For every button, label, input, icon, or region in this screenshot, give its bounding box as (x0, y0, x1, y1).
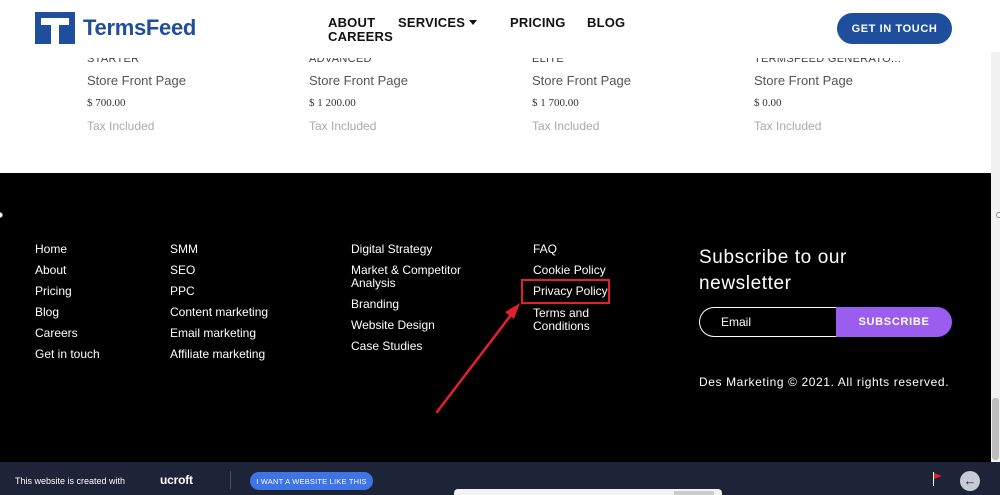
nav-pricing[interactable]: PRICING (510, 15, 566, 30)
plan-type: Store Front Page (754, 73, 853, 88)
plan-tax: Tax Included (87, 119, 155, 133)
plan-tax: Tax Included (754, 119, 822, 133)
logo[interactable]: TermsFeed (35, 12, 196, 44)
ucraft-logo[interactable]: ucroft (160, 473, 193, 487)
plan-name: ELITE (532, 53, 565, 65)
nav-blog[interactable]: BLOG (587, 15, 625, 30)
logo-text: TermsFeed (83, 15, 197, 40)
edge-marker-right (996, 212, 1000, 218)
bottom-overlay-pill (454, 489, 722, 495)
nav-careers[interactable]: CAREERS (328, 29, 393, 44)
flag-icon[interactable] (932, 472, 944, 486)
plan-price: $ 1 700.00 (532, 97, 579, 109)
site-footer: Home About Pricing Blog Careers Get in t… (0, 173, 1000, 462)
get-in-touch-button[interactable]: GET IN TOUCH (837, 13, 952, 44)
plan-type: Store Front Page (532, 73, 631, 88)
scrollbar-track[interactable] (991, 0, 1000, 462)
plan-type: Store Front Page (87, 73, 186, 88)
copyright-text: Des Marketing © 2021. All rights reserve… (699, 375, 950, 389)
plan-name: ADVANCED (309, 53, 372, 65)
divider (230, 471, 231, 489)
promo-text: This website is created with (15, 476, 126, 486)
plan-type: Store Front Page (309, 73, 408, 88)
plan-price: $ 700.00 (87, 97, 126, 109)
newsletter-title: Subscribe to our newsletter (699, 247, 847, 294)
termsfeed-logo-icon (35, 12, 75, 44)
nav-services-label: SERVICES (398, 15, 466, 30)
plan-tax: Tax Included (532, 119, 600, 133)
newsletter-email-input[interactable] (699, 307, 839, 337)
plan-name: TERMSFEED GENERATO... (754, 53, 902, 65)
want-website-button[interactable]: I WANT A WEBSITE LIKE THIS (250, 472, 373, 490)
caret-down-icon (469, 20, 478, 25)
plan-price: $ 1 200.00 (309, 97, 356, 109)
back-arrow-icon[interactable]: ← (960, 471, 980, 491)
plan-tax: Tax Included (309, 119, 377, 133)
plan-name: STARTER (87, 53, 140, 65)
site-header: TermsFeed ABOUT SERVICES PRICING BLOG CA… (0, 0, 1000, 52)
subscribe-button[interactable]: SUBSCRIBE (836, 307, 952, 337)
nav-services[interactable]: SERVICES (398, 15, 478, 30)
plan-price: $ 0.00 (754, 97, 782, 109)
nav-about[interactable]: ABOUT (328, 15, 375, 30)
scrollbar-thumb[interactable] (992, 398, 999, 460)
